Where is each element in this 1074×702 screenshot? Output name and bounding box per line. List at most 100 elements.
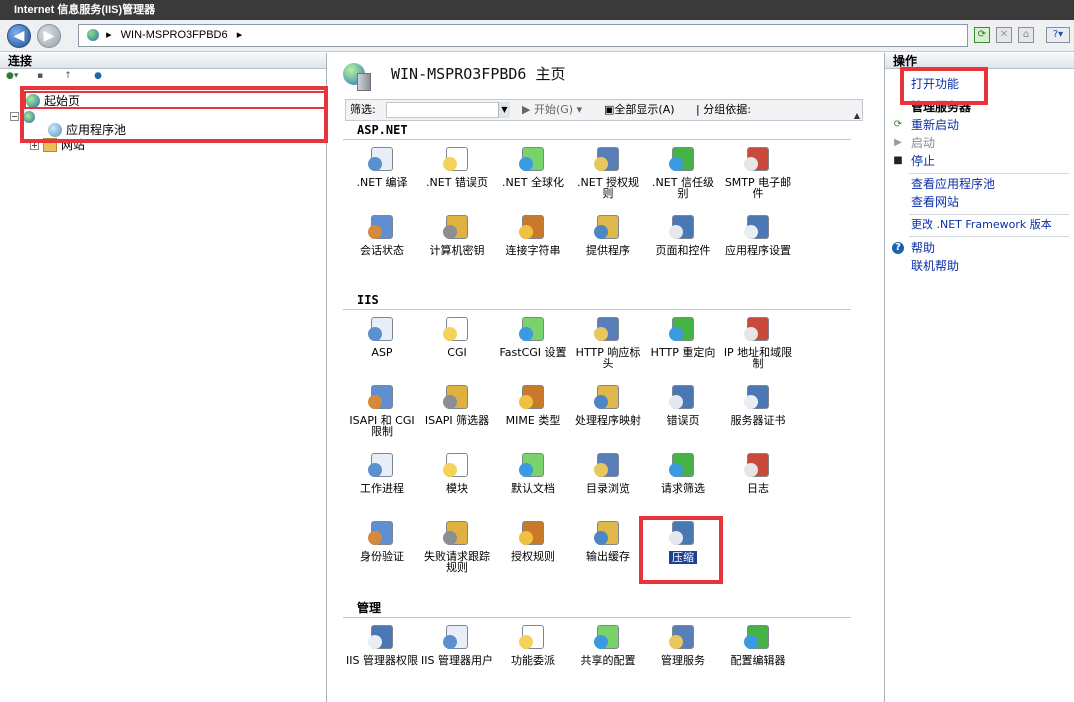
feature-tile[interactable]: 日志 [722, 449, 794, 515]
help-link[interactable]: 帮助 [911, 240, 935, 256]
home-icon[interactable]: ⌂ [1018, 27, 1034, 43]
view-app-pools-link[interactable]: 查看应用程序池 [911, 176, 995, 192]
feature-tile[interactable]: 连接字符串 [497, 211, 569, 277]
chevron-down-icon[interactable]: ▼ [498, 102, 510, 118]
filter-input[interactable] [386, 102, 510, 118]
restart-link[interactable]: 重新启动 [911, 117, 959, 133]
feature-tile[interactable]: 失败请求跟踪规则 [421, 517, 493, 583]
feature-icon [366, 313, 398, 345]
feature-tile[interactable]: 处理程序映射 [572, 381, 644, 447]
feature-tile[interactable]: .NET 信任级别 [647, 143, 719, 209]
feature-tile[interactable]: 工作进程 [346, 449, 418, 515]
feature-label: 日志 [747, 482, 769, 495]
feature-tile[interactable]: 请求筛选 [647, 449, 719, 515]
up-icon[interactable]: ↑ [62, 71, 74, 82]
feature-icon [366, 517, 398, 549]
filter-label: 筛选: [350, 103, 376, 116]
feature-icon [667, 211, 699, 243]
feature-icon [441, 449, 473, 481]
globe-icon[interactable]: ● [92, 71, 104, 82]
feature-tile[interactable]: IIS 管理器权限 [346, 621, 418, 687]
feature-tile[interactable]: MIME 类型 [497, 381, 569, 447]
feature-tile[interactable]: CGI [421, 313, 493, 379]
forward-arrow-icon[interactable]: ▶ [37, 24, 61, 48]
start-link: 启动 [911, 136, 936, 150]
feature-tile[interactable]: 功能委派 [497, 621, 569, 687]
feature-icon [592, 143, 624, 175]
window-title: Internet 信息服务(IIS)管理器 [0, 0, 1074, 20]
help-icon[interactable]: ?▾ [1046, 27, 1070, 43]
restart-icon: ⟳ [893, 119, 903, 130]
feature-tile[interactable]: HTTP 响应标头 [572, 313, 644, 379]
online-help-link[interactable]: 联机帮助 [911, 258, 959, 274]
breadcrumb-arrow-icon[interactable]: ▸ [237, 29, 243, 41]
feature-tile[interactable]: 应用程序设置 [722, 211, 794, 277]
feature-label: 计算机密钥 [429, 244, 485, 257]
feature-icon [441, 517, 473, 549]
feature-label: .NET 授权规则 [577, 176, 639, 200]
breadcrumb-item[interactable]: WIN-MSPRO3FPBD6 [121, 29, 228, 41]
feature-icon [592, 517, 624, 549]
feature-tile[interactable]: .NET 授权规则 [572, 143, 644, 209]
server-globe-icon [87, 29, 99, 42]
feature-label: 连接字符串 [505, 244, 561, 257]
feature-tile[interactable]: 目录浏览 [572, 449, 644, 515]
feature-tile[interactable]: 提供程序 [572, 211, 644, 277]
address-bar[interactable]: ▸ WIN-MSPRO3FPBD6 ▸ [78, 24, 968, 47]
view-sites-link[interactable]: 查看网站 [911, 194, 959, 210]
show-all-button[interactable]: ▣全部显示(A) [604, 100, 675, 120]
feature-tile[interactable]: 身份验证 [346, 517, 418, 583]
collapse-icon[interactable]: − [10, 112, 19, 121]
feature-icon [592, 313, 624, 345]
section-header-management: 管理 [343, 599, 851, 618]
feature-label: 授权规则 [511, 550, 555, 563]
save-icon[interactable]: ▪ [34, 71, 46, 82]
feature-icon [667, 381, 699, 413]
navigation-bar: ◀ ▶ ▸ WIN-MSPRO3FPBD6 ▸ ⟳ ✕ ⌂ ?▾ [0, 20, 1074, 52]
feature-tile[interactable]: HTTP 重定向 [647, 313, 719, 379]
feature-label: 页面和控件 [655, 244, 711, 257]
feature-tile[interactable]: 模块 [421, 449, 493, 515]
feature-tile[interactable]: 输出缓存 [572, 517, 644, 583]
feature-tile[interactable]: 错误页 [647, 381, 719, 447]
feature-tile[interactable]: 页面和控件 [647, 211, 719, 277]
feature-icon [441, 143, 473, 175]
feature-label: SMTP 电子邮件 [724, 176, 792, 200]
feature-label: 会话状态 [360, 244, 404, 257]
start-filter-label: 开始(G) [533, 103, 574, 116]
feature-label: IIS 管理器权限 [346, 654, 418, 667]
feature-tile[interactable]: 配置编辑器 [722, 621, 794, 687]
feature-tile[interactable]: 服务器证书 [722, 381, 794, 447]
feature-tile[interactable]: IP 地址和域限制 [722, 313, 794, 379]
start-filter-button[interactable]: ▶ 开始(G) ▾ [522, 100, 582, 120]
feature-tile[interactable]: ASP [346, 313, 418, 379]
group-by-dropdown[interactable]: | 分组依据: [696, 100, 751, 120]
change-net-version-link[interactable]: 更改 .NET Framework 版本 [911, 217, 1052, 233]
feature-tile[interactable]: 共享的配置 [572, 621, 644, 687]
refresh-icon[interactable]: ⟳ [974, 27, 990, 43]
feature-tile[interactable]: .NET 全球化 [497, 143, 569, 209]
highlight-box [639, 516, 723, 584]
feature-tile[interactable]: .NET 编译 [346, 143, 418, 209]
back-arrow-icon[interactable]: ◀ [7, 24, 31, 48]
feature-tile[interactable]: SMTP 电子邮件 [722, 143, 794, 209]
feature-tile[interactable]: ISAPI 和 CGI 限制 [346, 381, 418, 447]
stop-link[interactable]: 停止 [911, 153, 935, 169]
feature-label: 管理服务 [661, 654, 705, 667]
feature-label: .NET 编译 [356, 176, 408, 189]
stop-icon[interactable]: ✕ [996, 27, 1012, 43]
feature-label: ISAPI 和 CGI 限制 [349, 414, 415, 438]
feature-tile[interactable]: 管理服务 [647, 621, 719, 687]
feature-tile[interactable]: 授权规则 [497, 517, 569, 583]
feature-tile[interactable]: 默认文档 [497, 449, 569, 515]
feature-tile[interactable]: 会话状态 [346, 211, 418, 277]
feature-tile[interactable]: 计算机密钥 [421, 211, 493, 277]
feature-tile[interactable]: ISAPI 筛选器 [421, 381, 493, 447]
feature-tile[interactable]: IIS 管理器用户 [421, 621, 493, 687]
server-globe-icon [343, 61, 375, 91]
feature-tile[interactable]: FastCGI 设置 [497, 313, 569, 379]
connections-toolbar: ●▾ ▪ ↑ ● [0, 69, 326, 84]
connect-globe-icon[interactable]: ●▾ [6, 71, 18, 82]
scroll-up-icon[interactable]: ▲ [850, 109, 864, 123]
feature-tile[interactable]: .NET 错误页 [421, 143, 493, 209]
